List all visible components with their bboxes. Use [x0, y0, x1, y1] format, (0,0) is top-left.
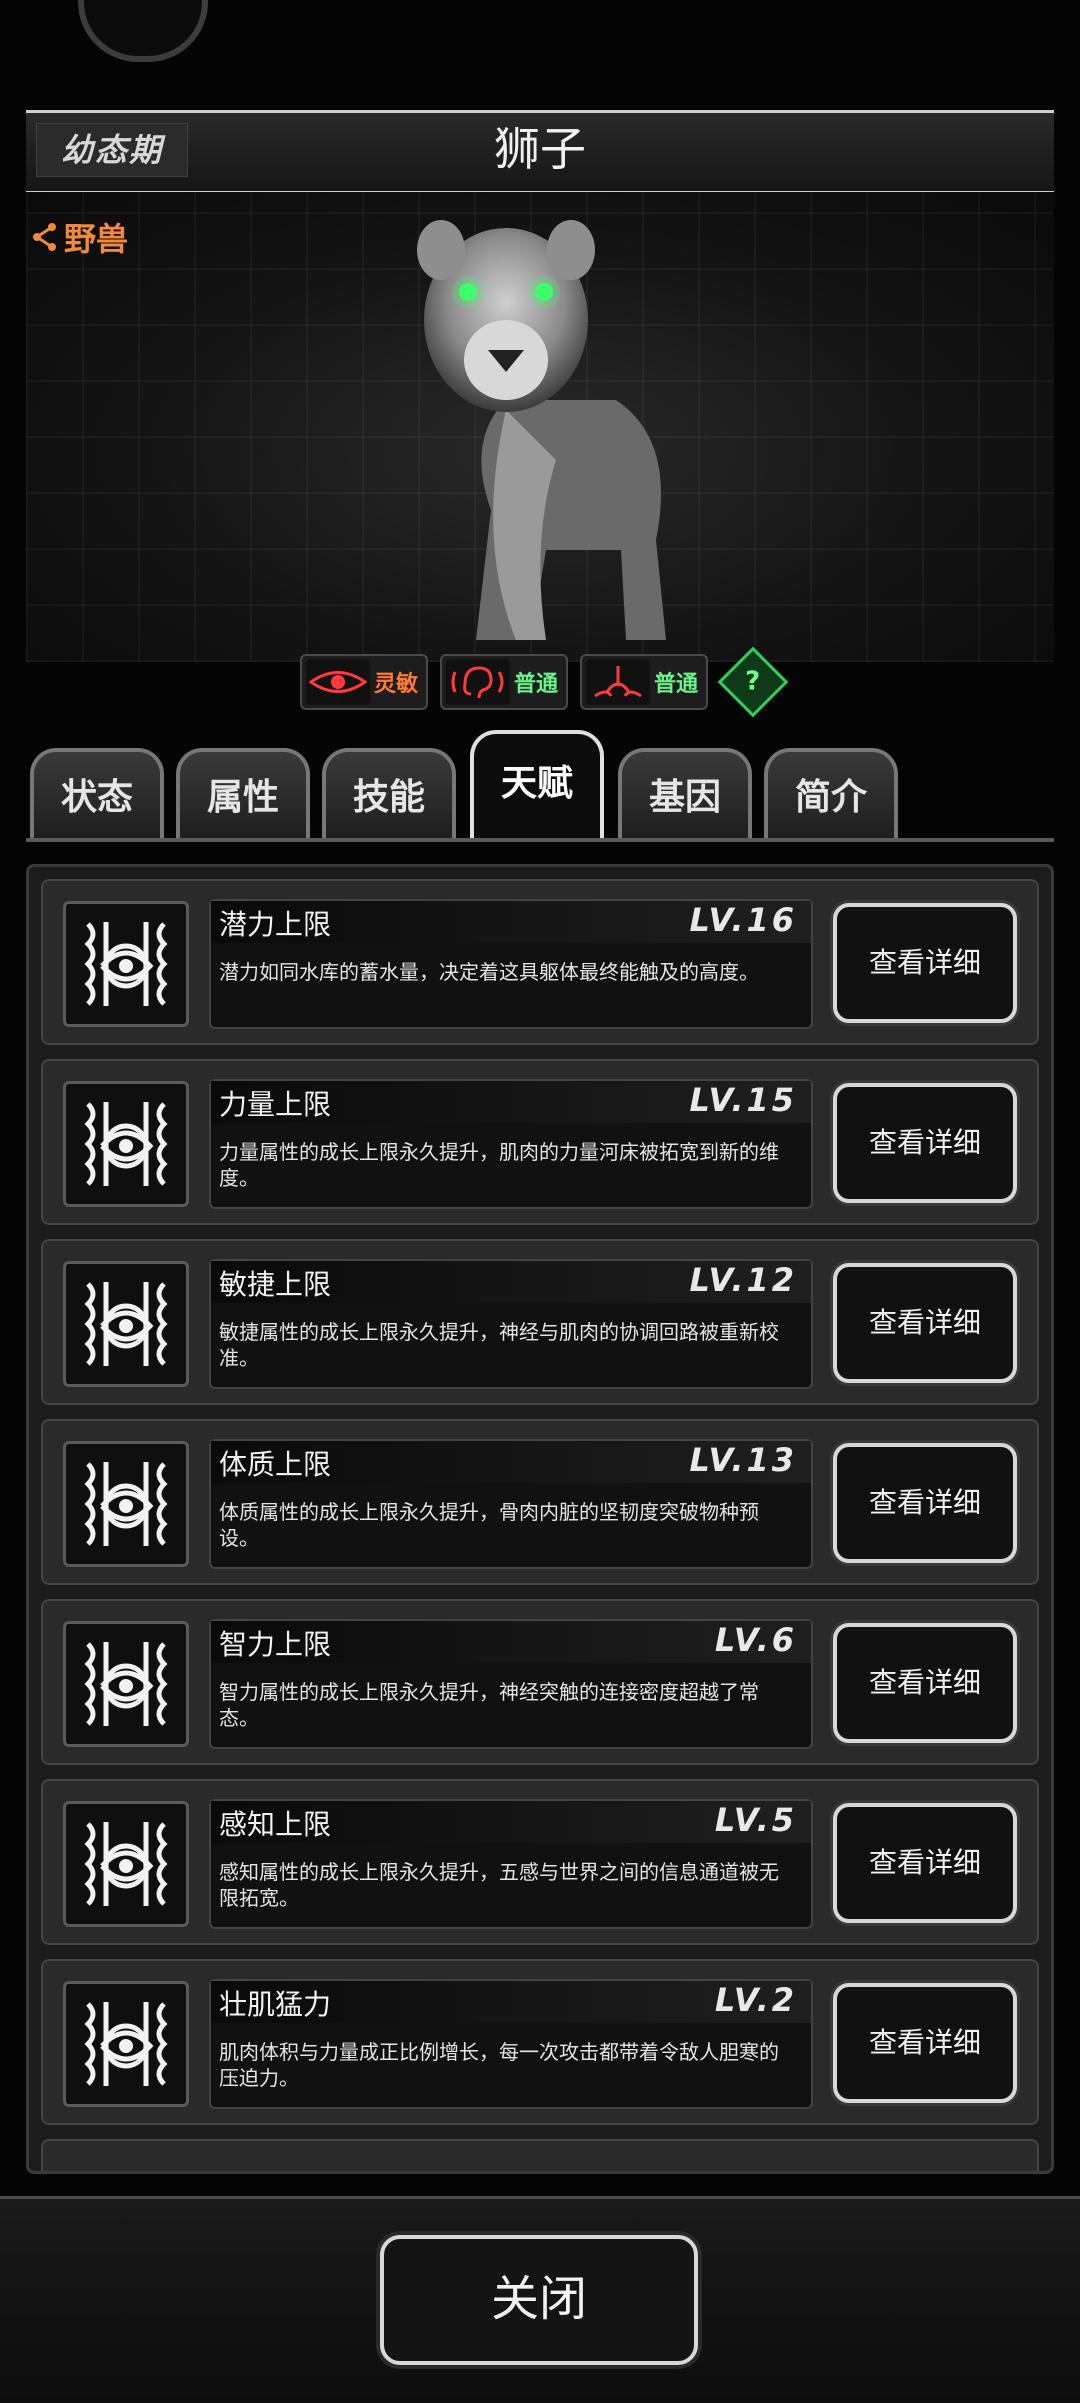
talent-icon: [63, 1981, 189, 2107]
tab-talents[interactable]: 天赋: [470, 730, 604, 840]
talent-row: 壮肌猛力 LV.2 肌肉体积与力量成正比例增长，每一次攻击都带着令敌人胆寒的压迫力。…: [41, 1959, 1039, 2125]
talent-row: 力量上限 LV.15 力量属性的成长上限永久提升，肌肉的力量河床被拓宽到新的维度。 查…: [41, 1059, 1039, 1225]
talent-description: 潜力如同水库的蓄水量，决定着这具躯体最终能触及的高度。: [219, 960, 759, 984]
tab-divider: [26, 838, 1054, 842]
ear-icon: [446, 659, 510, 705]
talent-info: 潜力上限 LV.16 潜力如同水库的蓄水量，决定着这具躯体最终能触及的高度。: [209, 899, 813, 1029]
talent-level: LV.6: [714, 1621, 797, 1659]
header-bar: 狮子 幼态期: [26, 110, 1054, 194]
talent-icon: [63, 901, 189, 1027]
view-details-button[interactable]: 查看详细: [833, 1263, 1017, 1383]
sense-smell[interactable]: 普通: [580, 654, 708, 710]
talent-level: LV.16: [689, 901, 797, 939]
talent-description: 智力属性的成长上限永久提升，神经突触的连接密度超越了常态。: [219, 1680, 759, 1730]
tab-attributes[interactable]: 属性: [176, 748, 310, 840]
tab-skills[interactable]: 技能: [322, 748, 456, 840]
close-button[interactable]: 关闭: [380, 2235, 698, 2365]
talent-description: 感知属性的成长上限永久提升，五感与世界之间的信息通道被无限拓宽。: [219, 1860, 779, 1910]
eye-icon: [306, 659, 370, 705]
tab-genes[interactable]: 基因: [618, 748, 752, 840]
talent-icon: [63, 1261, 189, 1387]
talent-icon: [63, 1441, 189, 1567]
talent-name: 智力上限: [219, 1628, 332, 1661]
tab-status[interactable]: 状态: [30, 748, 164, 840]
view-details-button[interactable]: 查看详细: [833, 1623, 1017, 1743]
talent-level: LV.15: [689, 1081, 797, 1119]
talent-name: 体质上限: [219, 1448, 332, 1481]
bottom-bar: 关闭: [0, 2196, 1080, 2403]
sense-sight[interactable]: 灵敏: [300, 654, 428, 710]
view-details-button[interactable]: 查看详细: [833, 1803, 1017, 1923]
question-icon: ?: [745, 667, 761, 697]
senses-bar: 灵敏 普通 普通 ?: [300, 646, 789, 718]
tab-intro[interactable]: 简介: [764, 748, 898, 840]
creature-portrait-area: 野兽: [26, 192, 1054, 662]
talent-icon: [63, 1621, 189, 1747]
talent-info: 智力上限 LV.6 智力属性的成长上限永久提升，神经突触的连接密度超越了常态。: [209, 1619, 813, 1749]
talent-level: LV.2: [714, 1981, 797, 2019]
creature-type-label: 野兽: [64, 220, 129, 258]
talent-icon: [63, 1801, 189, 1927]
lion-portrait: [417, 220, 666, 640]
talent-name: 敏捷上限: [219, 1268, 332, 1301]
view-details-button[interactable]: 查看详细: [833, 1443, 1017, 1563]
creature-type-tag[interactable]: 野兽: [32, 214, 128, 260]
view-details-button[interactable]: 查看详细: [833, 1983, 1017, 2103]
view-details-button[interactable]: 查看详细: [833, 1083, 1017, 1203]
talent-info: 体质上限 LV.13 体质属性的成长上限永久提升，骨肉内脏的坚韧度突破物种预设。: [209, 1439, 813, 1569]
talent-level: LV.12: [689, 1261, 797, 1299]
sense-sight-value: 灵敏: [374, 672, 419, 697]
tab-bar: 状态 属性 技能 天赋 基因 简介: [30, 730, 1050, 840]
talent-row: 感知上限 LV.5 感知属性的成长上限永久提升，五感与世界之间的信息通道被无限拓宽。…: [41, 1779, 1039, 1945]
talent-description: 力量属性的成长上限永久提升，肌肉的力量河床被拓宽到新的维度。: [219, 1140, 779, 1190]
avatar: [78, 0, 208, 62]
talent-description: 体质属性的成长上限永久提升，骨肉内脏的坚韧度突破物种预设。: [219, 1500, 759, 1550]
sense-hearing[interactable]: 普通: [440, 654, 568, 710]
talent-row: 智力上限 LV.6 智力属性的成长上限永久提升，神经突触的连接密度超越了常态。 查看详…: [41, 1599, 1039, 1765]
talent-row: 潜力上限 LV.16 潜力如同水库的蓄水量，决定着这具躯体最终能触及的高度。 查看详细: [41, 879, 1039, 1045]
talent-name: 壮肌猛力: [219, 1988, 332, 2021]
talent-row: 敏捷上限 LV.12 敏捷属性的成长上限永久提升，神经与肌肉的协调回路被重新校准。 查…: [41, 1239, 1039, 1405]
talent-level: LV.13: [689, 1441, 797, 1479]
talent-description: 肌肉体积与力量成正比例增长，每一次攻击都带着令敌人胆寒的压迫力。: [219, 2040, 779, 2090]
talent-info: 感知上限 LV.5 感知属性的成长上限永久提升，五感与世界之间的信息通道被无限拓宽。: [209, 1799, 813, 1929]
talent-level: LV.5: [714, 1801, 797, 1839]
help-button[interactable]: ?: [717, 646, 789, 718]
talent-list[interactable]: 潜力上限 LV.16 潜力如同水库的蓄水量，决定着这具躯体最终能触及的高度。 查看详细…: [26, 864, 1054, 2174]
sense-hearing-value: 普通: [514, 672, 559, 697]
sense-smell-value: 普通: [654, 672, 699, 697]
growth-stage-label: 幼态期: [36, 123, 188, 177]
nose-icon: [586, 659, 650, 705]
talent-row: 体质上限 LV.13 体质属性的成长上限永久提升，骨肉内脏的坚韧度突破物种预设。 查看…: [41, 1419, 1039, 1585]
talent-icon: [63, 1081, 189, 1207]
talent-info: 敏捷上限 LV.12 敏捷属性的成长上限永久提升，神经与肌肉的协调回路被重新校准。: [209, 1259, 813, 1389]
view-details-button[interactable]: 查看详细: [833, 903, 1017, 1023]
talent-row-partial: [41, 2139, 1039, 2171]
talent-name: 感知上限: [219, 1808, 332, 1841]
talent-info: 力量上限 LV.15 力量属性的成长上限永久提升，肌肉的力量河床被拓宽到新的维度。: [209, 1079, 813, 1209]
share-icon: [32, 222, 58, 252]
talent-name: 潜力上限: [219, 908, 332, 941]
talent-description: 敏捷属性的成长上限永久提升，神经与肌肉的协调回路被重新校准。: [219, 1320, 779, 1370]
talent-name: 力量上限: [219, 1088, 332, 1121]
talent-info: 壮肌猛力 LV.2 肌肉体积与力量成正比例增长，每一次攻击都带着令敌人胆寒的压迫力。: [209, 1979, 813, 2109]
